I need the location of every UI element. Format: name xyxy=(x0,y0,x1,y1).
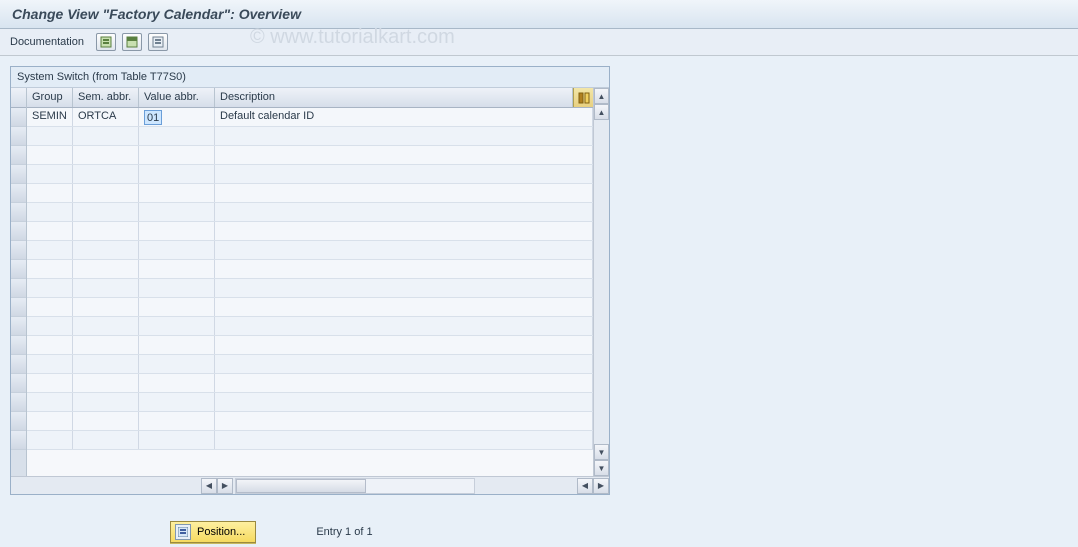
table-row[interactable] xyxy=(27,355,593,374)
scroll-right2-button[interactable]: ▶ xyxy=(593,478,609,494)
table-block-icon xyxy=(126,36,138,48)
column-header-sem[interactable]: Sem. abbr. xyxy=(73,88,139,107)
cell-sem: ORTCA xyxy=(73,108,139,126)
row-selector[interactable] xyxy=(11,355,26,374)
documentation-label[interactable]: Documentation xyxy=(10,36,84,48)
table-row[interactable] xyxy=(27,412,593,431)
position-icon xyxy=(175,524,191,540)
vertical-scrollbar[interactable]: ▲ ▲ ▼ ▼ xyxy=(593,88,609,476)
column-header-desc[interactable]: Description xyxy=(215,88,573,107)
table-deselect-icon xyxy=(152,36,164,48)
table-row[interactable] xyxy=(27,184,593,203)
row-selector[interactable] xyxy=(11,317,26,336)
table-row[interactable] xyxy=(27,165,593,184)
row-selector[interactable] xyxy=(11,412,26,431)
column-header-val[interactable]: Value abbr. xyxy=(139,88,215,107)
row-selector[interactable] xyxy=(11,336,26,355)
scroll-left-button[interactable]: ◀ xyxy=(201,478,217,494)
grid-area: Group Sem. abbr. Value abbr. Description… xyxy=(11,88,609,476)
cell-desc: Default calendar ID xyxy=(215,108,593,126)
configure-columns-button[interactable] xyxy=(573,88,593,107)
row-selector[interactable] xyxy=(11,165,26,184)
table-row[interactable] xyxy=(27,127,593,146)
table-row[interactable] xyxy=(27,146,593,165)
table-row[interactable] xyxy=(27,203,593,222)
grid-main: Group Sem. abbr. Value abbr. Description… xyxy=(27,88,593,476)
footer: Position... Entry 1 of 1 xyxy=(0,521,1078,543)
row-selector[interactable] xyxy=(11,146,26,165)
table-panel: System Switch (from Table T77S0) xyxy=(10,66,610,495)
table-row[interactable] xyxy=(27,279,593,298)
cell-group: SEMIN xyxy=(27,108,73,126)
entry-count-text: Entry 1 of 1 xyxy=(316,526,372,538)
row-selector-header[interactable] xyxy=(11,88,26,108)
table-row[interactable]: SEMIN ORTCA 01 Default calendar ID xyxy=(27,108,593,127)
row-selector[interactable] xyxy=(11,374,26,393)
scroll-left2-button[interactable]: ◀ xyxy=(577,478,593,494)
value-input[interactable]: 01 xyxy=(144,110,162,125)
scroll-down-button[interactable]: ▼ xyxy=(594,444,609,460)
page-title: Change View "Factory Calendar": Overview xyxy=(12,6,1066,22)
toolbar: Documentation xyxy=(0,29,1078,56)
table-row[interactable] xyxy=(27,393,593,412)
row-selector[interactable] xyxy=(11,393,26,412)
row-selector[interactable] xyxy=(11,241,26,260)
row-selector[interactable] xyxy=(11,184,26,203)
position-button[interactable]: Position... xyxy=(170,521,256,543)
table-row[interactable] xyxy=(27,222,593,241)
row-selector[interactable] xyxy=(11,222,26,241)
table-title: System Switch (from Table T77S0) xyxy=(11,67,609,88)
row-selector[interactable] xyxy=(11,279,26,298)
table-select-icon xyxy=(100,36,112,48)
row-selector[interactable] xyxy=(11,108,26,127)
table-row[interactable] xyxy=(27,431,593,450)
table-row[interactable] xyxy=(27,336,593,355)
horizontal-scrollbar: ◀ ▶ ◀ ▶ xyxy=(11,476,609,494)
cell-val[interactable]: 01 xyxy=(139,108,215,126)
table-row[interactable] xyxy=(27,374,593,393)
table-row[interactable] xyxy=(27,241,593,260)
deselect-all-button[interactable] xyxy=(148,33,168,51)
row-selector[interactable] xyxy=(11,127,26,146)
row-selector[interactable] xyxy=(11,431,26,450)
position-label: Position... xyxy=(197,526,245,538)
scroll-down2-button[interactable]: ▼ xyxy=(594,460,609,476)
table-row[interactable] xyxy=(27,260,593,279)
content-area: System Switch (from Table T77S0) xyxy=(0,56,1078,505)
scroll-up2-button[interactable]: ▲ xyxy=(594,104,609,120)
row-selector[interactable] xyxy=(11,298,26,317)
hscroll-thumb[interactable] xyxy=(236,479,366,493)
table-row[interactable] xyxy=(27,298,593,317)
row-selector[interactable] xyxy=(11,260,26,279)
page-header: Change View "Factory Calendar": Overview xyxy=(0,0,1078,29)
grid-header: Group Sem. abbr. Value abbr. Description xyxy=(27,88,593,108)
grid-body: SEMIN ORTCA 01 Default calendar ID xyxy=(27,108,593,456)
table-settings-icon xyxy=(578,92,590,104)
scroll-up-button[interactable]: ▲ xyxy=(594,88,609,104)
hscroll-track[interactable] xyxy=(235,478,475,494)
row-selector[interactable] xyxy=(11,203,26,222)
row-selector-column xyxy=(11,88,27,476)
column-header-group[interactable]: Group xyxy=(27,88,73,107)
select-all-button[interactable] xyxy=(96,33,116,51)
table-row[interactable] xyxy=(27,317,593,336)
scroll-right-button[interactable]: ▶ xyxy=(217,478,233,494)
select-block-button[interactable] xyxy=(122,33,142,51)
